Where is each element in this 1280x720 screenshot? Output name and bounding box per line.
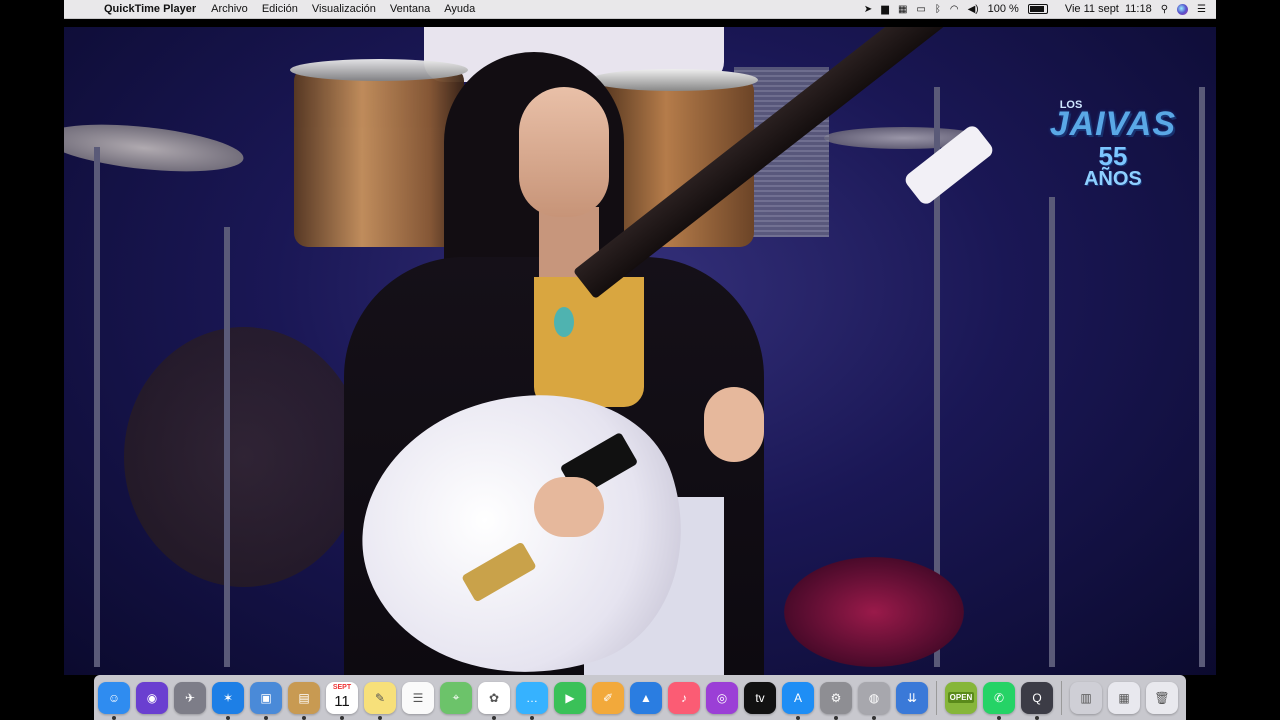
- clock[interactable]: Vie 11 sept 11:18: [1065, 3, 1152, 15]
- safari-icon[interactable]: ✶: [212, 681, 244, 720]
- menu-visualizacion[interactable]: Visualización: [312, 3, 376, 15]
- finder-glyph: ☺: [107, 690, 121, 705]
- stand: [94, 147, 100, 667]
- photos-glyph: ✿: [488, 690, 500, 705]
- finder-icon[interactable]: ☺: [98, 681, 130, 720]
- calendar-date: 11: [334, 693, 350, 710]
- hand: [704, 387, 764, 462]
- maps-glyph: ⌖: [452, 690, 460, 704]
- system-preferences-icon[interactable]: ⚙: [820, 681, 852, 720]
- system-preferences-glyph: ⚙: [830, 690, 842, 705]
- siri-icon[interactable]: ◉: [136, 681, 168, 714]
- launchpad-icon[interactable]: ✈: [174, 681, 206, 714]
- grid-icon[interactable]: ▦: [898, 4, 907, 15]
- dock: ☺ ◉ ✈ ✶ ▣ ▤ SEPT 11 ✎ ☰ ⌖ ✿ … ▶ ✐ ▲ ♪ ◎ tv A ⚙ ◍ ⇊ OPEN ✆ Q ▥ ▦ 🗑: [94, 675, 1186, 720]
- spotlight-icon[interactable]: ⚲: [1161, 4, 1168, 15]
- music-icon[interactable]: ♪: [668, 681, 700, 714]
- podcasts-glyph: ◎: [716, 690, 728, 705]
- disk-utility-icon[interactable]: ◍: [858, 681, 890, 720]
- disk-utility-glyph: ◍: [868, 690, 880, 705]
- airplay-icon[interactable]: ▭: [916, 4, 925, 15]
- contacts-icon[interactable]: ▤: [288, 681, 320, 720]
- facetime-icon[interactable]: ▶: [554, 681, 586, 714]
- maps-icon[interactable]: ⌖: [440, 681, 472, 714]
- stand: [224, 227, 230, 667]
- reminders-glyph: ☰: [412, 690, 424, 705]
- letterbox-right: [1216, 0, 1280, 720]
- performer-face: [519, 87, 609, 217]
- menu-ventana[interactable]: Ventana: [390, 3, 430, 15]
- menu-archivo[interactable]: Archivo: [211, 3, 248, 15]
- downloads-stack-icon[interactable]: ⇊: [896, 681, 928, 714]
- downloads-stack-glyph: ⇊: [906, 690, 918, 705]
- menu-bar: QuickTime Player Archivo Edición Visuali…: [64, 0, 1216, 19]
- location-icon[interactable]: ➤: [864, 4, 872, 15]
- volume-icon[interactable]: ◀): [968, 4, 979, 15]
- notes-icon[interactable]: ✎: [364, 681, 396, 720]
- siri-glyph: ◉: [146, 690, 158, 705]
- dock-separator: [936, 680, 937, 715]
- drum: [124, 327, 364, 587]
- siri-icon[interactable]: [1177, 3, 1189, 15]
- trash-icon[interactable]: 🗑: [1146, 681, 1178, 714]
- pages-glyph: ✐: [602, 690, 614, 705]
- necklace: [554, 307, 574, 337]
- drum: [290, 59, 468, 247]
- flowers: [784, 557, 964, 667]
- dock-separator: [1061, 680, 1062, 715]
- folder-stack-glyph: ▥: [1080, 690, 1092, 705]
- launchpad-glyph: ✈: [184, 690, 196, 705]
- quicktime-glyph: Q: [1032, 690, 1042, 705]
- preview-icon[interactable]: ▣: [250, 681, 282, 720]
- podcasts-icon[interactable]: ◎: [706, 681, 738, 714]
- apple-tv-glyph: tv: [755, 690, 765, 705]
- calendar-month: SEPT: [332, 683, 352, 691]
- app-store-icon[interactable]: A: [782, 681, 814, 720]
- facetime-glyph: ▶: [565, 690, 575, 705]
- stand: [1199, 87, 1205, 667]
- menu-ayuda[interactable]: Ayuda: [444, 3, 475, 15]
- menu-edicion[interactable]: Edición: [262, 3, 298, 15]
- notification-center-icon[interactable]: ☰: [1197, 4, 1206, 15]
- app-menu[interactable]: QuickTime Player: [104, 3, 196, 15]
- keynote-glyph: ▲: [640, 690, 652, 705]
- messages-glyph: …: [526, 690, 538, 705]
- folder-stack-icon[interactable]: ▥: [1070, 681, 1102, 714]
- battery-icon[interactable]: [1027, 4, 1048, 14]
- status-area: ➤ ▆ ▦ ▭ ᛒ ◠ ◀) 100 % Vie 11 sept 11:18 ⚲…: [864, 3, 1216, 15]
- pages-icon[interactable]: ✐: [592, 681, 624, 714]
- performer-top: [534, 277, 644, 407]
- cymbal: [64, 116, 246, 180]
- los-jaivas-55-logo: LOS JAIVAS 55 AÑOS: [1049, 99, 1176, 190]
- whatsapp-glyph: ✆: [993, 690, 1005, 705]
- open-badge: OPEN: [947, 692, 975, 703]
- messages-icon[interactable]: …: [516, 681, 548, 720]
- apple-tv-icon[interactable]: tv: [744, 681, 776, 714]
- documents-stack-glyph: ▦: [1118, 690, 1130, 705]
- photos-icon[interactable]: ✿: [478, 681, 510, 720]
- notes-glyph: ✎: [374, 690, 386, 705]
- battery-percent[interactable]: 100 %: [988, 3, 1019, 15]
- letterbox-left: [0, 0, 64, 720]
- safari-glyph: ✶: [222, 690, 234, 705]
- music-glyph: ♪: [681, 690, 687, 705]
- video-player[interactable]: LOS JAIVAS 55 AÑOS: [64, 27, 1216, 675]
- reminders-icon[interactable]: ☰: [402, 681, 434, 714]
- documents-stack-icon[interactable]: ▦: [1108, 681, 1140, 714]
- trash-glyph: 🗑: [1154, 690, 1170, 705]
- preview-glyph: ▣: [260, 690, 272, 705]
- calendar-icon[interactable]: SEPT 11: [326, 681, 358, 720]
- hand: [534, 477, 604, 537]
- bluetooth-icon[interactable]: ᛒ: [935, 4, 941, 15]
- wifi-icon[interactable]: ◠: [950, 4, 959, 15]
- open-app-icon[interactable]: OPEN: [945, 681, 977, 714]
- keynote-icon[interactable]: ▲: [630, 681, 662, 714]
- stand: [1049, 197, 1055, 667]
- contacts-glyph: ▤: [298, 690, 310, 705]
- whatsapp-icon[interactable]: ✆: [983, 681, 1015, 720]
- quicktime-icon[interactable]: Q: [1021, 681, 1053, 720]
- app-store-glyph: A: [793, 690, 802, 705]
- display-icon[interactable]: ▆: [881, 4, 889, 15]
